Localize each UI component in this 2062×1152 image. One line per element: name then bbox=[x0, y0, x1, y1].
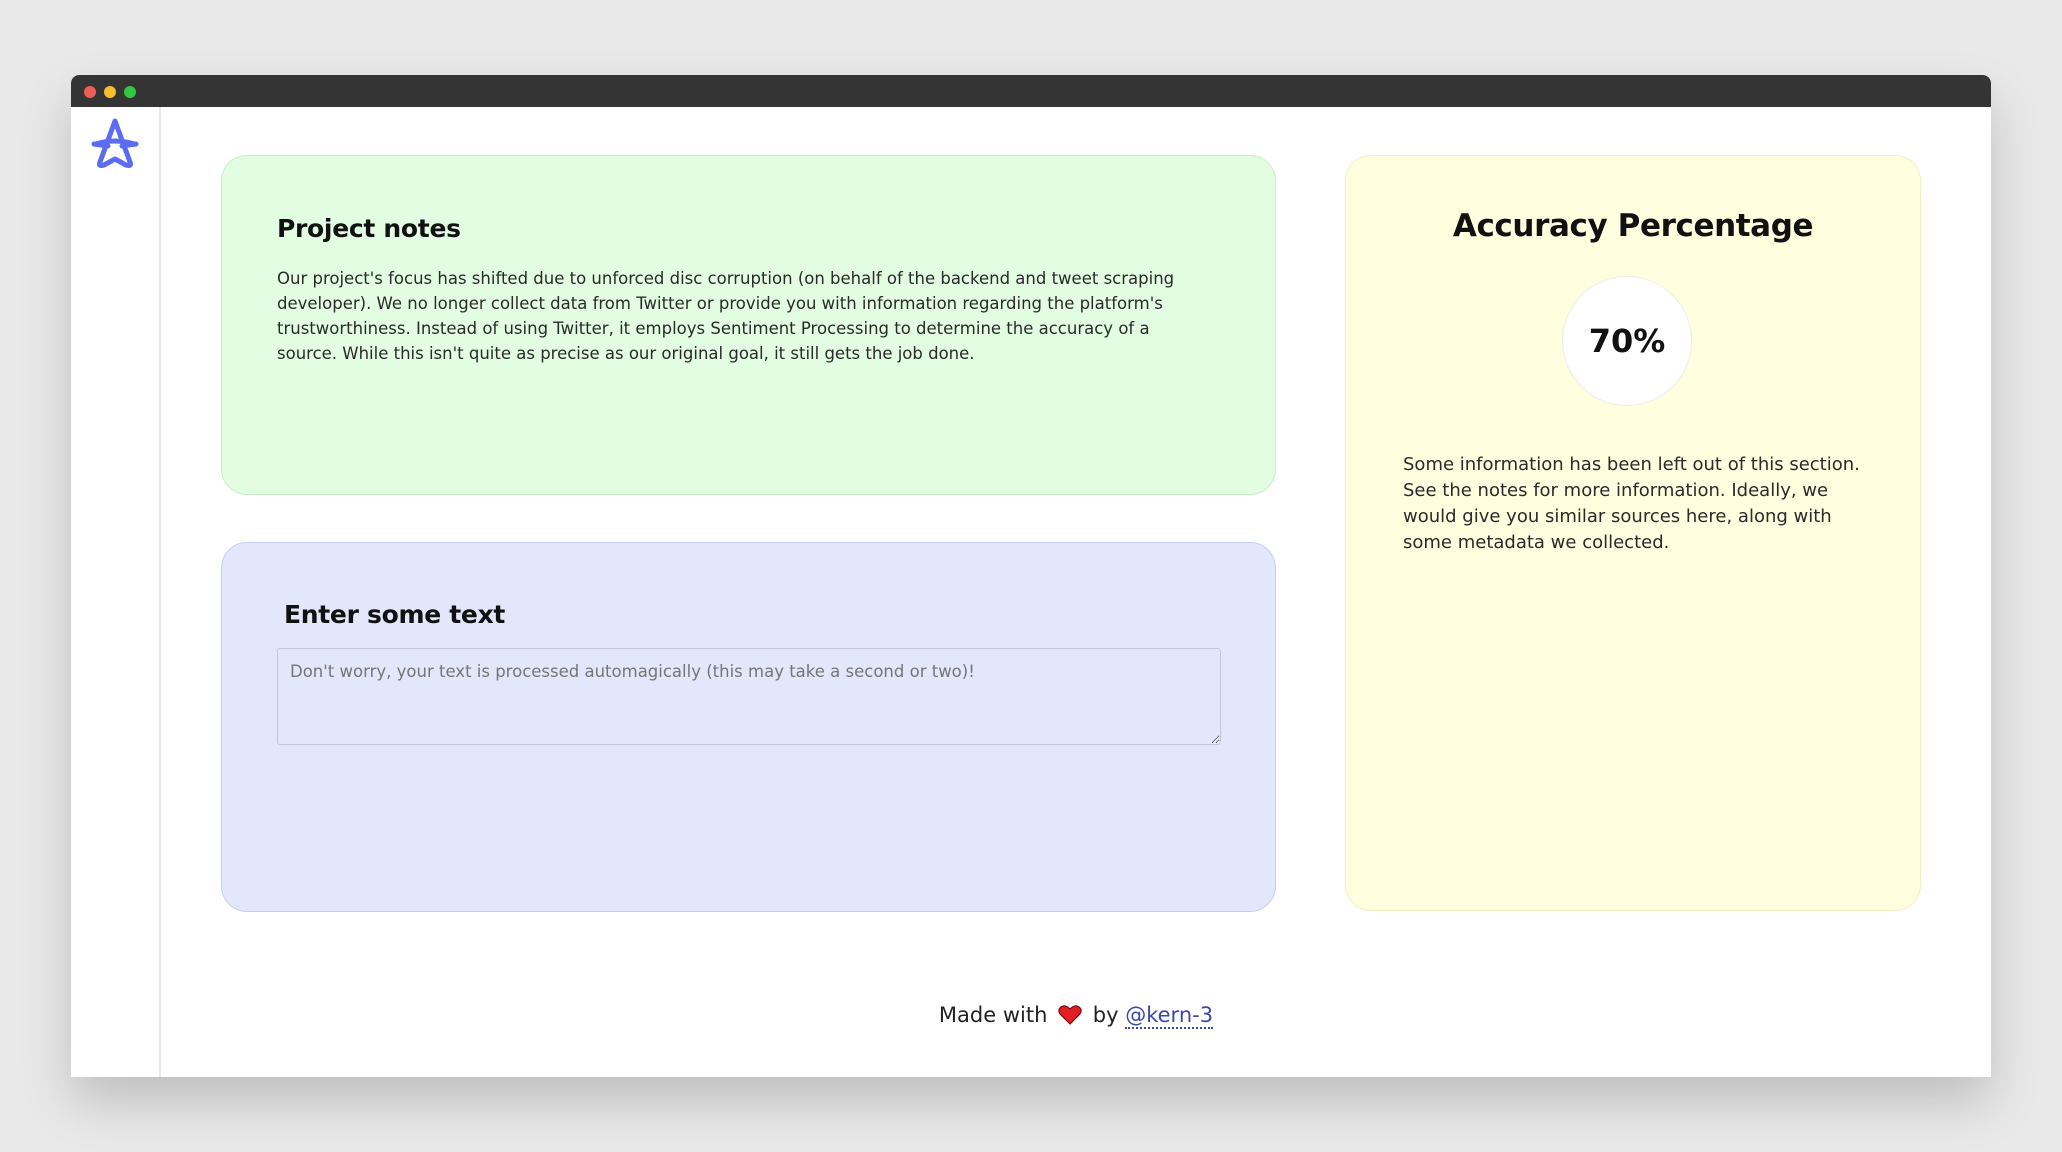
footer-by: by bbox=[1092, 1003, 1119, 1027]
accuracy-value: 70% bbox=[1588, 322, 1666, 360]
window-titlebar bbox=[71, 75, 1991, 107]
accuracy-body: Some information has been left out of th… bbox=[1403, 454, 1860, 553]
sidebar bbox=[71, 107, 161, 1077]
close-window-button[interactable] bbox=[84, 86, 96, 98]
footer-made-with: Made with bbox=[938, 1003, 1048, 1027]
accuracy-value-circle: 70% bbox=[1562, 276, 1692, 406]
footer: Made with by @kern-3 bbox=[161, 1003, 1991, 1029]
star-a-logo-icon[interactable] bbox=[88, 116, 142, 170]
maximize-window-button[interactable] bbox=[124, 86, 136, 98]
browser-window: Project notes Our project's focus has sh… bbox=[71, 75, 1991, 1077]
author-link[interactable]: @kern-3 bbox=[1125, 1003, 1214, 1029]
accuracy-card: Accuracy Percentage 70% Some information… bbox=[1345, 155, 1921, 911]
text-input[interactable] bbox=[277, 648, 1221, 745]
project-notes-card: Project notes Our project's focus has sh… bbox=[221, 155, 1276, 495]
project-notes-body: Our project's focus has shifted due to u… bbox=[277, 269, 1175, 363]
accuracy-title: Accuracy Percentage bbox=[1452, 208, 1814, 244]
project-notes-title: Project notes bbox=[277, 214, 461, 243]
minimize-window-button[interactable] bbox=[104, 86, 116, 98]
enter-text-title: Enter some text bbox=[284, 600, 506, 629]
heart-icon bbox=[1058, 1005, 1082, 1025]
enter-text-card: Enter some text bbox=[221, 542, 1276, 912]
